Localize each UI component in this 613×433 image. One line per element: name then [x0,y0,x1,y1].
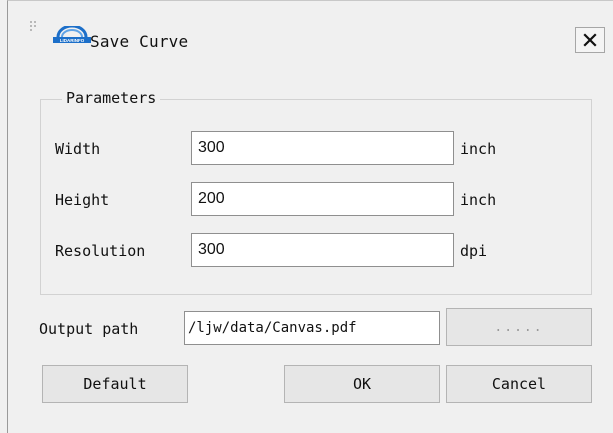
parameters-legend: Parameters [62,89,161,107]
resolution-unit: dpi [460,242,488,260]
lidar-logo-icon: LIDARINFO [53,26,91,43]
resolution-label: Resolution [55,242,146,260]
close-button[interactable] [575,27,605,53]
height-unit: inch [460,191,497,209]
width-unit: inch [460,140,497,158]
height-input[interactable]: 200 [191,182,454,216]
resolution-input[interactable]: 300 [191,233,454,267]
width-input[interactable]: 300 [191,131,454,165]
ok-button[interactable]: OK [284,365,440,403]
window-title: Save Curve [90,32,189,51]
browse-button[interactable]: ..... [446,308,592,346]
default-button[interactable]: Default [42,365,188,403]
grip-icon [30,21,40,31]
title-bar[interactable]: LIDARINFO Save Curve [8,1,613,71]
width-label: Width [55,140,101,158]
output-path-label: Output path [39,320,139,338]
output-path-input[interactable]: /ljw/data/Canvas.pdf [184,311,440,345]
save-curve-dialog: LIDARINFO Save Curve Parameters Width 30… [7,0,613,433]
height-label: Height [55,191,110,209]
close-icon [583,33,597,47]
logo-text: LIDARINFO [60,38,85,43]
cancel-button[interactable]: Cancel [446,365,592,403]
